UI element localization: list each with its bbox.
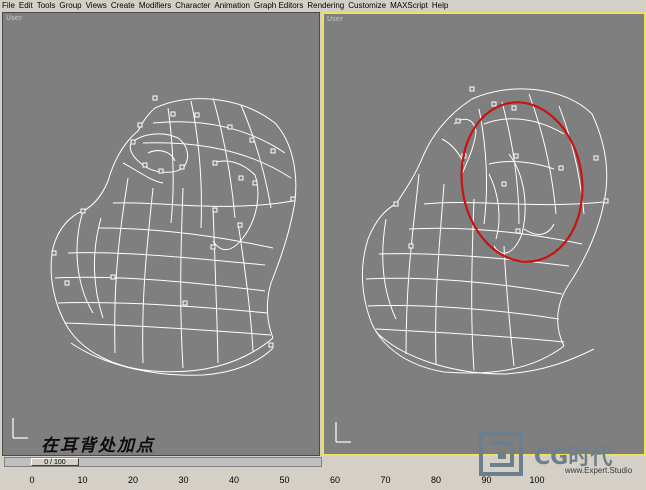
caption-text: 在耳背处加点 <box>41 436 155 456</box>
menu-item-views[interactable]: Views <box>84 0 109 11</box>
time-slider-thumb[interactable]: 0 / 100 <box>31 458 79 466</box>
ruler-tick-label: 80 <box>430 475 442 485</box>
menu-bar: File Edit Tools Group Views Create Modifiers Ch… <box>0 0 646 11</box>
ruler-tick-label: 40 <box>228 475 240 485</box>
ruler-tick-label: 50 <box>279 475 290 485</box>
ruler-tick-label: 20 <box>127 475 139 485</box>
ruler-tick-label: 30 <box>178 475 189 485</box>
menu-item-rendering[interactable]: Rendering <box>305 0 346 11</box>
viewport-right[interactable]: User <box>322 12 646 456</box>
ear-wireframe-left <box>12 95 297 439</box>
menu-item-customize[interactable]: Customize <box>346 0 388 11</box>
menu-item-help[interactable]: Help <box>430 0 450 11</box>
menu-item-modifiers[interactable]: Modifiers <box>137 0 173 11</box>
menu-item-tools[interactable]: Tools <box>35 0 58 11</box>
watermark-text: www.Expert.Studio <box>565 466 633 475</box>
menu-item-animation[interactable]: Animation <box>212 0 252 11</box>
menu-item-edit[interactable]: Edit <box>17 0 35 11</box>
menu-item-file[interactable]: File <box>0 0 17 11</box>
menu-item-group[interactable]: Group <box>57 0 83 11</box>
menu-item-create[interactable]: Create <box>109 0 137 11</box>
logo-emblem-icon <box>479 432 523 476</box>
menu-item-maxscript[interactable]: MAXScript <box>388 0 430 11</box>
ruler-tick-label: 60 <box>329 475 341 485</box>
ruler-tick-label: 70 <box>380 475 391 485</box>
menu-item-character[interactable]: Character <box>173 0 212 11</box>
ear-wireframe-right <box>335 86 609 443</box>
viewport-left[interactable]: User 在耳背处加点 <box>2 12 320 456</box>
menu-item-graph-editors[interactable]: Graph Editors <box>252 0 305 11</box>
time-slider[interactable]: 0 / 100 <box>4 457 322 467</box>
logo: CG时代 <box>476 429 646 485</box>
ruler-tick-label: 0 <box>29 475 35 485</box>
ruler-tick-label: 10 <box>77 475 88 485</box>
